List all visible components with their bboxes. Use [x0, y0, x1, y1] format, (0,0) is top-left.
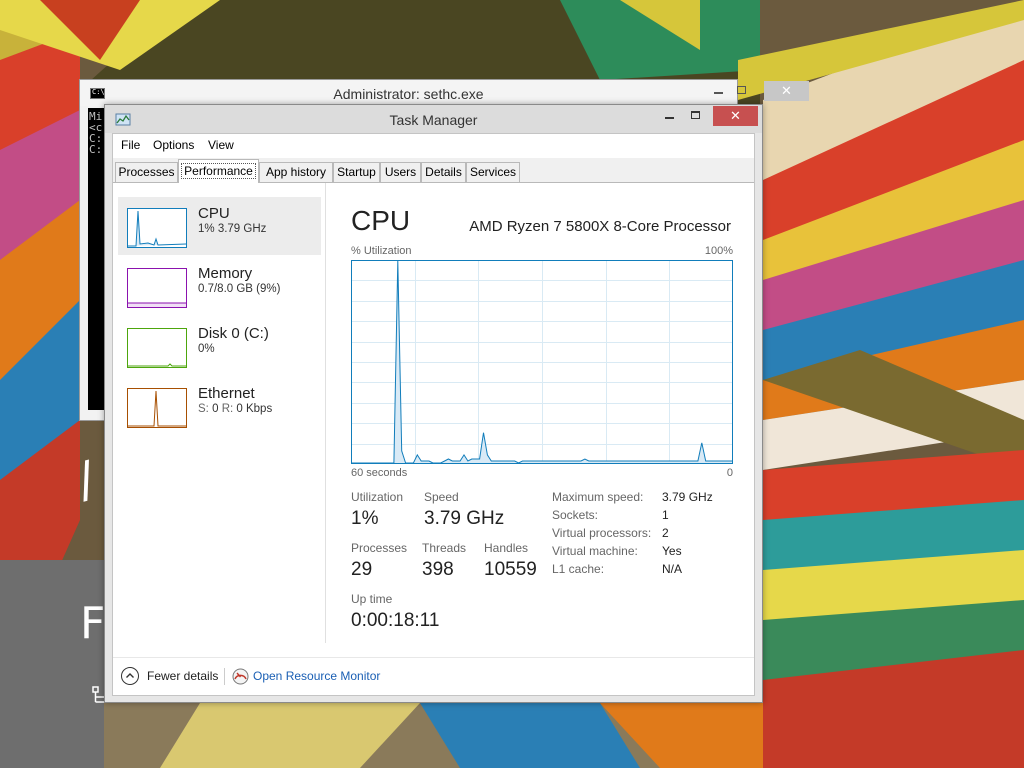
perf-item-name: Ethernet: [198, 385, 255, 402]
speed-label: Speed: [424, 490, 459, 504]
processor-name: AMD Ryzen 7 5800X 8-Core Processor: [469, 218, 731, 235]
tm-close-button[interactable]: ✕: [713, 106, 758, 126]
tm-maximize-button[interactable]: [691, 111, 700, 119]
spec-value: N/A: [662, 562, 683, 576]
memory-thumbnail: [127, 268, 187, 308]
perf-item-ethernet[interactable]: Ethernet S: 0 R: 0 Kbps: [118, 377, 321, 435]
disk-thumb-graph: [128, 363, 186, 367]
perf-item-memory[interactable]: Memory 0.7/8.0 GB (9%): [118, 257, 321, 315]
spec-value: Yes: [662, 544, 682, 558]
x-axis-label: 60 seconds: [351, 467, 408, 479]
menu-options[interactable]: Options: [153, 138, 194, 152]
uptime-label: Up time: [351, 592, 393, 606]
utilization-label: Utilization: [351, 490, 404, 504]
tm-title: Task Manager: [389, 112, 478, 128]
cmd-close-button[interactable]: ✕: [764, 81, 809, 101]
menu-bar: File Options View: [113, 134, 754, 157]
spec-value: 1: [662, 508, 669, 522]
tm-footer: Fewer details Open Resource Monitor: [113, 657, 754, 694]
receive-value: 0 Kbps: [236, 403, 273, 415]
tab-details[interactable]: Details: [421, 162, 466, 182]
open-resource-monitor-link[interactable]: Open Resource Monitor: [253, 669, 380, 683]
spec-label: Virtual machine:: [552, 544, 638, 558]
resource-monitor-icon[interactable]: [232, 668, 249, 685]
chevron-up-icon[interactable]: [121, 667, 139, 685]
spec-label: Sockets:: [552, 508, 599, 522]
handles-label: Handles: [484, 541, 529, 555]
tab-users[interactable]: Users: [380, 162, 421, 182]
task-manager-window[interactable]: Task Manager ✕ File Options View Process…: [104, 104, 763, 703]
tab-app-history[interactable]: App history: [259, 162, 333, 182]
perf-item-name: Disk 0 (C:): [198, 325, 269, 342]
cpu-thumbnail: [127, 208, 187, 248]
cmd-minimize-button[interactable]: [714, 92, 723, 94]
tm-titlebar[interactable]: Task Manager ✕: [105, 105, 762, 133]
cmd-titlebar[interactable]: Administrator: sethc.exe ✕: [80, 80, 809, 106]
send-value: 0: [212, 403, 219, 415]
tm-content: File Options View Processes Performance …: [112, 133, 755, 696]
fewer-details-button[interactable]: Fewer details: [147, 669, 218, 683]
speed-value: 3.79 GHz: [424, 508, 505, 529]
perf-item-cpu[interactable]: CPU 1% 3.79 GHz: [118, 197, 321, 255]
send-label: S:: [198, 403, 209, 415]
cmd-title: Administrator: sethc.exe: [333, 86, 484, 102]
tm-minimize-button[interactable]: [665, 117, 674, 119]
cpu-detail-pane: CPU AMD Ryzen 7 5800X 8-Core Processor %…: [326, 183, 754, 643]
receive-label: R:: [221, 403, 234, 415]
cpu-utilization-graph: [351, 260, 733, 464]
perf-item-detail: 1% 3.79 GHz: [198, 223, 267, 235]
perf-item-detail: S: 0 R: 0 Kbps: [198, 403, 272, 415]
spec-value: 3.79 GHz: [662, 490, 713, 504]
tab-services[interactable]: Services: [466, 162, 520, 182]
y-axis-label: % Utilization: [351, 245, 412, 257]
desktop-f-glyph: F: [80, 598, 106, 649]
utilization-value: 1%: [351, 508, 379, 529]
cpu-thumb-graph: [128, 210, 187, 247]
ethernet-thumbnail: [127, 388, 187, 428]
y-axis-max: 100%: [704, 245, 733, 257]
spec-label: L1 cache:: [552, 562, 605, 576]
perf-item-name: CPU: [198, 205, 230, 222]
spec-label: Virtual processors:: [552, 526, 652, 540]
threads-value: 398: [422, 559, 454, 580]
tab-processes[interactable]: Processes: [115, 162, 178, 182]
handles-value: 10559: [484, 559, 537, 580]
tab-bar: Processes Performance App history Startu…: [113, 158, 754, 183]
spec-label: Maximum speed:: [552, 490, 644, 504]
threads-label: Threads: [422, 541, 467, 555]
uptime-value: 0:00:18:11: [351, 610, 440, 631]
perf-item-disk[interactable]: Disk 0 (C:) 0%: [118, 317, 321, 375]
x-axis-min: 0: [726, 467, 733, 479]
footer-divider: [224, 668, 225, 685]
processes-label: Processes: [351, 541, 408, 555]
ethernet-thumb-graph: [128, 390, 186, 427]
menu-file[interactable]: File: [121, 138, 140, 152]
tab-performance[interactable]: Performance: [178, 159, 259, 183]
tab-performance-label: Performance: [181, 163, 256, 179]
perf-item-name: Memory: [198, 265, 253, 282]
disk-thumbnail: [127, 328, 187, 368]
processes-value: 29: [351, 559, 373, 580]
perf-resource-list: CPU 1% 3.79 GHz Memory 0.7/8.0 GB (9%) D…: [113, 183, 326, 643]
graph-grid: [351, 260, 733, 464]
memory-thumb-graph: [128, 302, 186, 307]
tab-startup[interactable]: Startup: [333, 162, 380, 182]
cmd-maximize-button[interactable]: [737, 86, 746, 94]
perf-item-detail: 0.7/8.0 GB (9%): [198, 283, 281, 295]
chevron-up-glyph: [126, 673, 134, 678]
page-title: CPU: [351, 205, 411, 236]
menu-view[interactable]: View: [208, 138, 234, 152]
perf-item-detail: 0%: [198, 343, 215, 355]
spec-value: 2: [662, 526, 669, 540]
